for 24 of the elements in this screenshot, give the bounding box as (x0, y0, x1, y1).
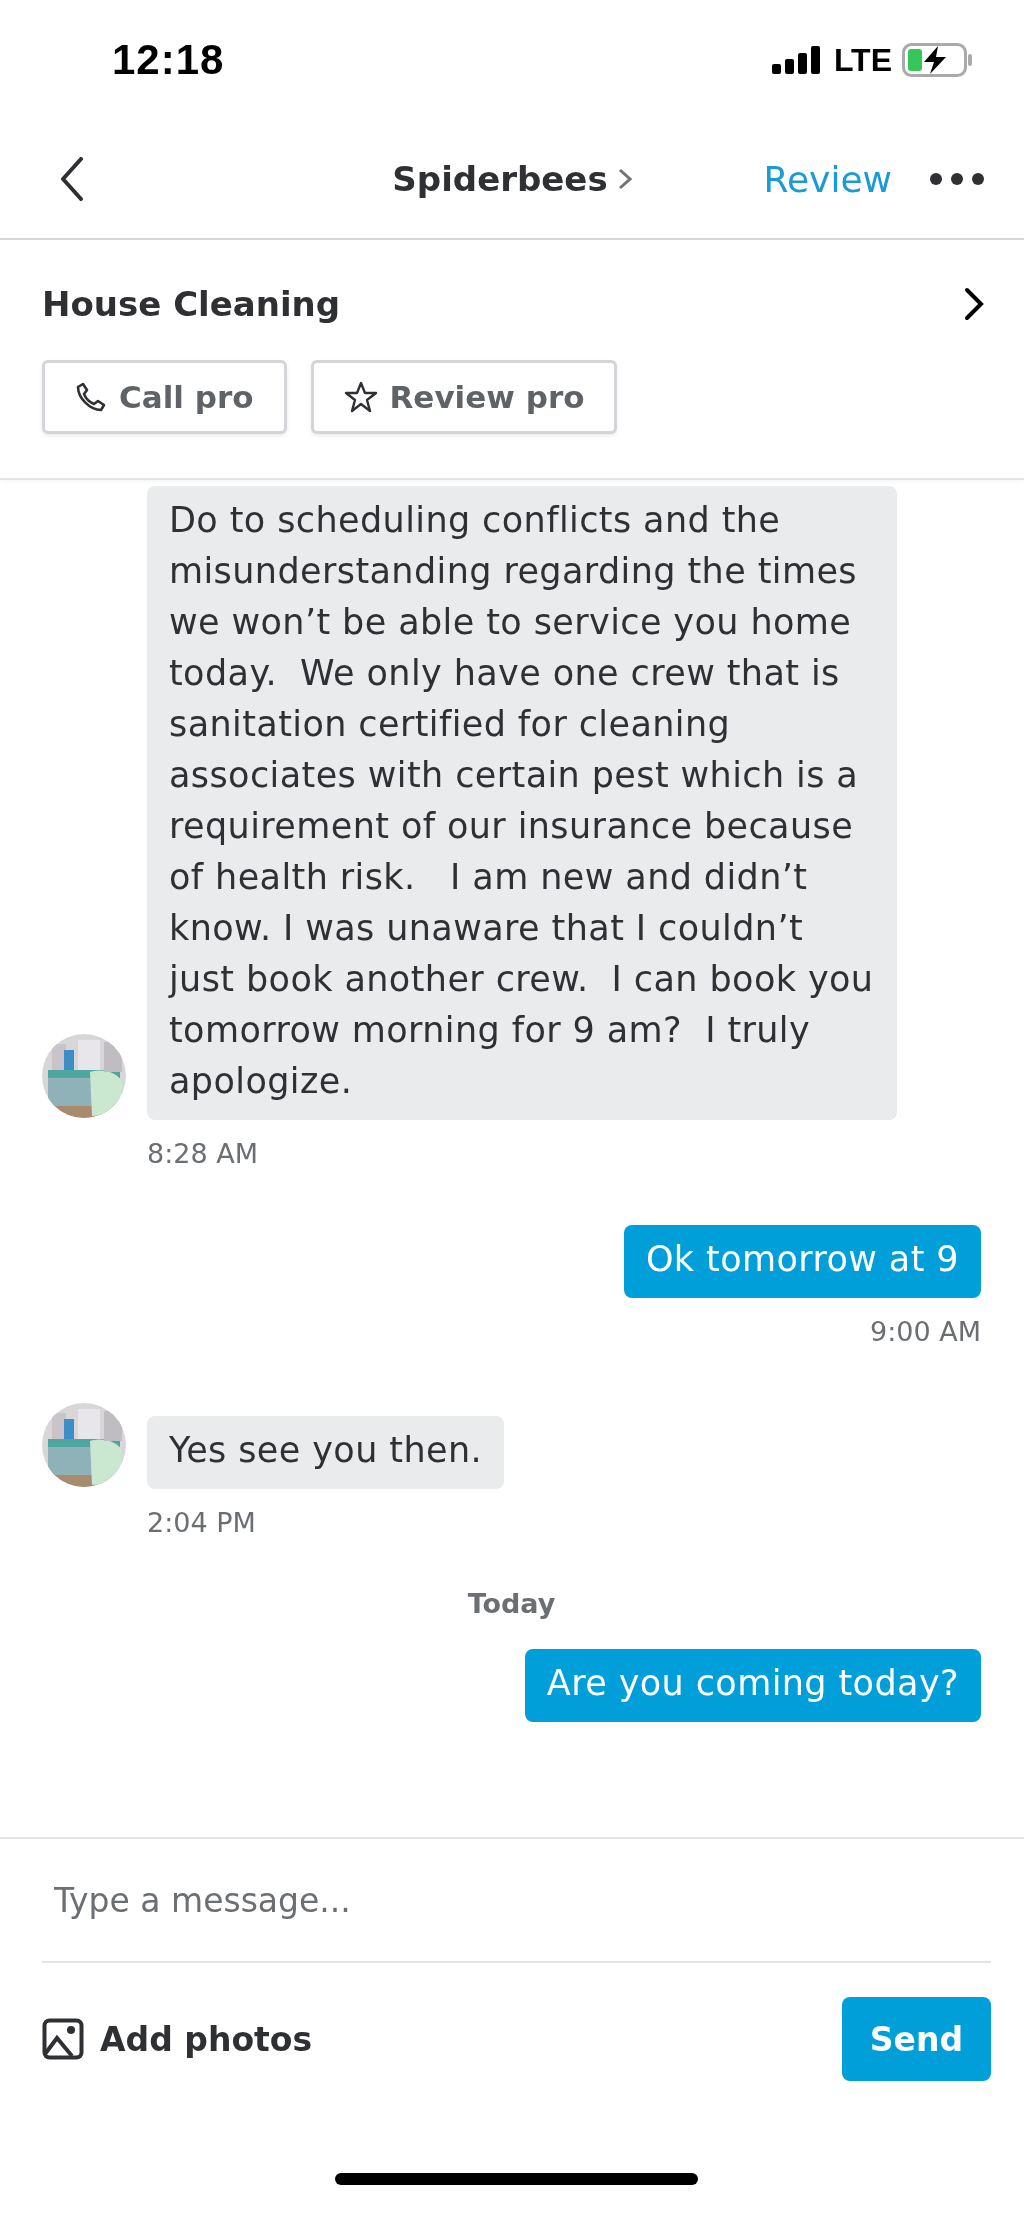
battery-icon (902, 43, 974, 77)
clock-time: 12:18 (112, 36, 225, 84)
phone-icon (75, 381, 107, 413)
more-icon[interactable] (930, 173, 984, 185)
chevron-right-icon (617, 167, 632, 191)
back-icon[interactable] (60, 157, 84, 201)
add-photos-button[interactable]: Add photos (42, 2018, 313, 2060)
action-button[interactable]: Review pro (310, 360, 618, 434)
job-title: House Cleaning (42, 284, 341, 324)
message-time: 2:04 PM (147, 1507, 257, 1538)
message-bubble: Yes see you then. (147, 1416, 505, 1489)
image-icon (42, 2018, 84, 2060)
star-icon (343, 381, 378, 413)
message-bubble: Do to scheduling conflicts and the misunderstanding regarding the times we won’t be able to service you home today. We only have one crew that is sanitation certified for cleaning associates with certain pest which is a requirement of our insurance because of health risk. I am new and didn’t know. I was unaware that I couldn’t just book another crew. I can book you tomorrow morning for 9 am? I truly apologize. (147, 486, 897, 1120)
message-bubble: Are you coming today? (524, 1649, 981, 1722)
message-time: 9:00 AM (870, 1316, 981, 1347)
message-time: 8:28 AM (147, 1138, 259, 1169)
chevron-right-icon[interactable] (964, 287, 984, 321)
network-label: LTE (833, 41, 892, 79)
action-button[interactable]: Call pro (42, 360, 287, 434)
profile-title-link[interactable]: Spiderbees (392, 159, 632, 199)
date-divider: Today (467, 1588, 556, 1619)
message-bubble: Ok tomorrow at 9 (623, 1225, 981, 1298)
review-link[interactable]: Review (763, 158, 892, 200)
